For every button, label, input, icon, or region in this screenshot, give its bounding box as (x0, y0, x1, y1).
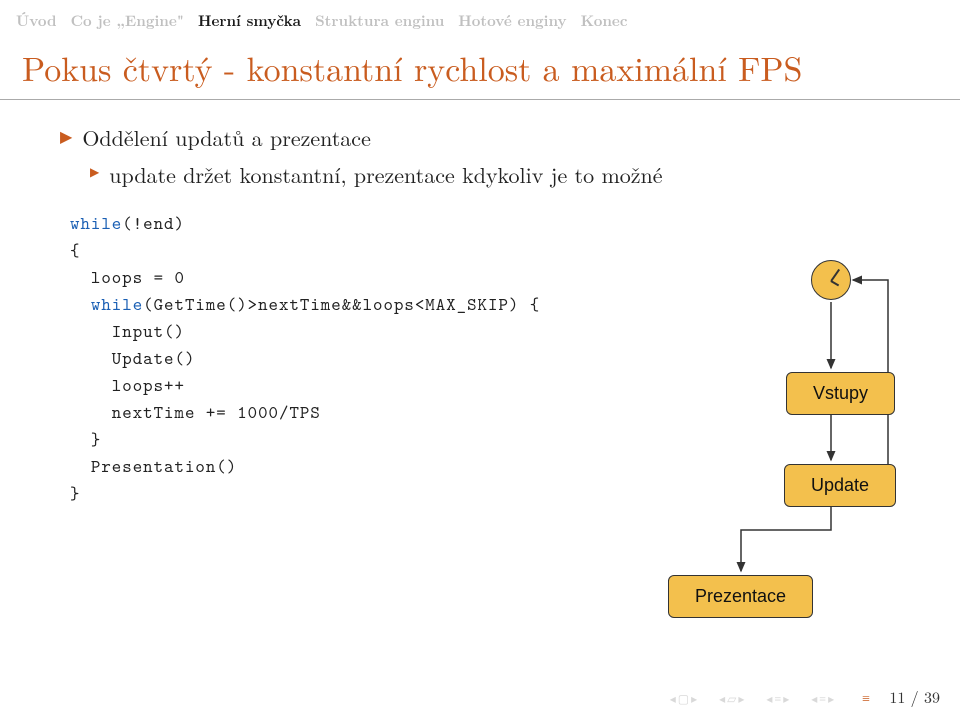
nav-section-icon[interactable]: ◂≡▸ (811, 690, 834, 707)
code-l5: Input() (70, 319, 185, 343)
code-l10: Presentation() (70, 454, 237, 478)
code-l11: } (70, 481, 80, 505)
nav-struktura[interactable]: Struktura enginu (315, 10, 444, 31)
code-l7: loops++ (70, 373, 185, 397)
nav-uvod[interactable]: Úvod (16, 10, 57, 31)
nav-subsection-icon[interactable]: ◂≡▸ (766, 690, 789, 707)
code-l4c: (GetTime()>nextTime&&loops<MAX_SKIP) { (143, 292, 540, 316)
title-rule (0, 99, 960, 100)
nav-smycka[interactable]: Herní smyčka (198, 10, 301, 31)
code-l2: { (70, 238, 80, 262)
kw-while: while (70, 211, 122, 235)
code-l4a (70, 292, 91, 316)
triangle-icon: ▶ (90, 159, 99, 185)
nav-slide-icon[interactable]: ◂▢▸ (670, 690, 697, 707)
slide-title: Pokus čtvrtý - konstantní rychlost a max… (0, 35, 960, 91)
kw-while-2: while (91, 292, 143, 316)
bullet-1: ▶ Oddělení updatů a prezentace (60, 122, 900, 153)
page-counter: 11 / 39 (889, 685, 940, 708)
bullet-1-text: Oddělení updatů a prezentace (82, 122, 371, 153)
nav-konec[interactable]: Konec (581, 10, 628, 31)
box-vstupy: Vstupy (786, 372, 895, 415)
beamer-nav-icons: ◂▢▸ ◂▱▸ ◂≡▸ ◂≡▸ ≡ (670, 688, 870, 708)
nav-hotove[interactable]: Hotové enginy (458, 10, 566, 31)
nav-eq-icon[interactable]: ≡ (862, 688, 870, 708)
bullet-1a-text: update držet konstantní, prezentace kdyk… (109, 159, 662, 190)
flow-diagram: Vstupy Update Prezentace (656, 250, 896, 630)
box-prezentace: Prezentace (668, 575, 813, 618)
code-l1b: (!end) (122, 211, 185, 235)
code-l8: nextTime += 1000/TPS (70, 400, 321, 424)
code-l9: } (70, 427, 101, 451)
triangle-icon: ▶ (60, 122, 72, 150)
nav-frame-icon[interactable]: ◂▱▸ (719, 690, 744, 707)
code-l3: loops = 0 (70, 265, 185, 289)
section-nav: Úvod Co je „Engine" Herní smyčka Struktu… (0, 0, 960, 35)
box-update: Update (784, 464, 896, 507)
bullet-1a: ▶ update držet konstantní, prezentace kd… (90, 159, 900, 190)
nav-engine[interactable]: Co je „Engine" (71, 10, 184, 31)
code-l6: Update() (70, 346, 195, 370)
diagram-arrows (656, 250, 896, 630)
clock-icon (811, 260, 851, 300)
